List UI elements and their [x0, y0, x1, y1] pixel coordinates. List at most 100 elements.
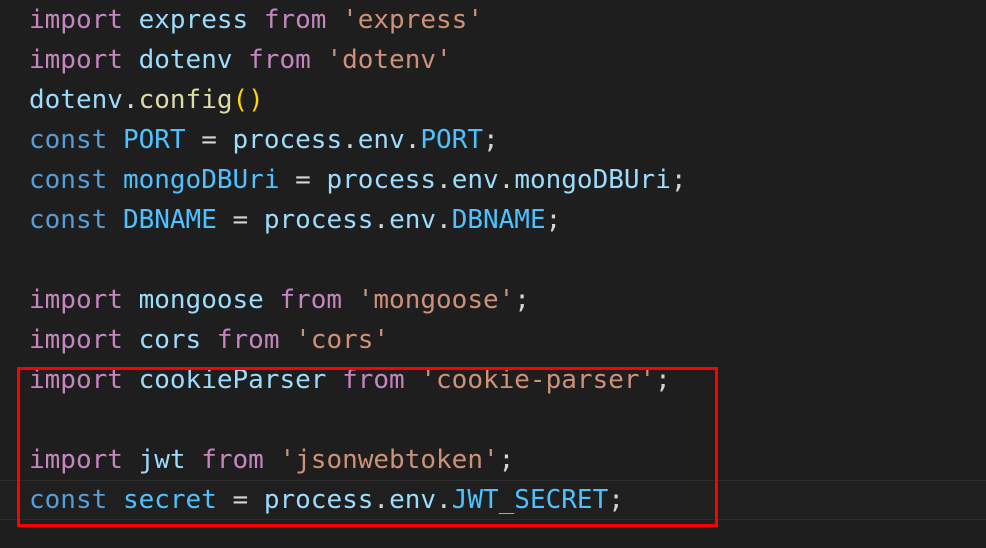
code-token-punct	[123, 445, 139, 475]
code-token-punct: .	[404, 125, 421, 155]
code-token-identifier: process	[326, 165, 437, 195]
code-token-keyword-import: import	[29, 325, 123, 355]
code-token-punct	[123, 365, 139, 395]
code-line[interactable]	[0, 400, 986, 440]
code-token-punct	[342, 285, 358, 315]
code-token-keyword-import: import	[29, 365, 123, 395]
code-token-punct: .	[436, 165, 452, 195]
code-token-identifier: dotenv	[29, 85, 123, 115]
code-token-punct: ;	[655, 365, 671, 395]
code-token-punct	[186, 445, 202, 475]
code-token-punct	[107, 485, 123, 515]
code-line[interactable]: import cookieParser from 'cookie-parser'…	[0, 360, 986, 400]
code-token-identifier: env	[389, 485, 437, 515]
code-token-punct	[123, 285, 139, 315]
code-token-punct	[264, 285, 280, 315]
code-token-identifier: jwt	[138, 445, 186, 475]
code-token-keyword-import: from	[263, 5, 327, 35]
code-token-const-var: secret	[122, 485, 217, 515]
code-token-keyword-decl: const	[29, 125, 108, 155]
code-line[interactable]: import cors from 'cors'	[0, 320, 986, 360]
code-line[interactable]: import dotenv from 'dotenv'	[0, 40, 986, 80]
code-token-punct: ;	[545, 205, 562, 235]
code-token-identifier: process	[263, 205, 374, 235]
code-line[interactable]: import jwt from 'jsonwebtoken';	[0, 440, 986, 480]
code-editor-text-area[interactable]: import express from 'express' import dote…	[0, 0, 986, 548]
code-token-punct	[405, 365, 421, 395]
code-line[interactable]	[0, 240, 986, 280]
code-token-punct: ;	[608, 485, 624, 515]
code-token-punct	[123, 325, 139, 355]
code-token-const-var: PORT	[122, 125, 186, 155]
code-token-punct	[107, 165, 123, 195]
code-token-punct	[201, 325, 217, 355]
code-token-string: 'dotenv'	[326, 45, 452, 75]
code-token-string: 'cors'	[295, 325, 390, 355]
code-line[interactable]: const DBNAME = process.env.DBNAME;	[0, 200, 986, 240]
code-token-const-var: DBNAME	[122, 205, 217, 235]
code-token-identifier: process	[263, 485, 374, 515]
code-token-punct: ;	[498, 445, 515, 475]
code-token-keyword-import: import	[29, 285, 123, 315]
code-line[interactable]: const secret = process.env.JWT_SECRET;	[0, 480, 986, 520]
code-token-punct: .	[122, 85, 139, 115]
code-token-punct	[123, 5, 139, 35]
code-token-keyword-decl: const	[29, 205, 108, 235]
code-token-identifier: process	[232, 125, 343, 155]
code-token-punct: =	[279, 165, 327, 195]
code-token-punct: .	[436, 205, 452, 235]
code-line[interactable]: dotenv.config()	[0, 80, 986, 120]
code-token-keyword-decl: const	[29, 165, 108, 195]
code-token-punct	[107, 205, 123, 235]
code-token-keyword-import: import	[29, 445, 123, 475]
code-token-identifier: mongoDBUri	[514, 165, 671, 195]
code-token-const-var: PORT	[420, 125, 484, 155]
code-token-punct	[233, 45, 249, 75]
code-token-punct	[264, 445, 280, 475]
code-token-string: 'mongoose'	[357, 285, 515, 315]
code-token-punct: .	[498, 165, 515, 195]
code-editor[interactable]: import express from 'express' import dote…	[0, 0, 986, 548]
code-token-keyword-import: from	[279, 285, 343, 315]
code-token-keyword-import: from	[248, 45, 311, 75]
code-token-identifier: cookieParser	[138, 365, 327, 395]
code-token-punct	[326, 5, 342, 35]
code-token-keyword-import: from	[216, 325, 280, 355]
code-token-const-var: DBNAME	[451, 205, 546, 235]
code-token-punct: =	[216, 205, 264, 235]
code-token-string: 'express'	[342, 5, 483, 35]
code-token-keyword-import: import	[29, 5, 123, 35]
code-token-string: 'jsonwebtoken'	[279, 445, 499, 475]
code-token-punct: ;	[514, 285, 530, 315]
code-token-punct: .	[436, 485, 452, 515]
code-line[interactable]: const PORT = process.env.PORT;	[0, 120, 986, 160]
code-token-identifier: env	[389, 205, 437, 235]
code-line[interactable]: import express from 'express'	[0, 0, 986, 40]
code-token-punct: =	[185, 125, 233, 155]
code-token-identifier: mongoose	[138, 285, 264, 315]
code-token-punct: =	[216, 485, 264, 515]
code-token-keyword-import: from	[342, 365, 405, 395]
code-line[interactable]: import mongoose from 'mongoose';	[0, 280, 986, 320]
code-token-punct: ;	[483, 125, 499, 155]
code-token-identifier: express	[138, 5, 249, 35]
code-token-punct: ;	[670, 165, 687, 195]
code-token-punct	[311, 45, 327, 75]
code-token-punct	[279, 325, 295, 355]
code-token-punct: .	[373, 485, 390, 515]
code-token-paren: (	[232, 85, 249, 115]
code-token-identifier: dotenv	[138, 45, 233, 75]
code-token-function: config	[138, 85, 233, 115]
code-token-punct	[107, 125, 123, 155]
code-token-keyword-import: from	[201, 445, 264, 475]
code-line[interactable]: const mongoDBUri = process.env.mongoDBUr…	[0, 160, 986, 200]
code-token-keyword-import: import	[29, 45, 123, 75]
code-token-const-var: mongoDBUri	[122, 165, 280, 195]
code-token-paren: )	[248, 85, 264, 115]
code-token-string: 'cookie-parser'	[420, 365, 656, 395]
code-token-punct: .	[342, 125, 358, 155]
code-token-identifier: cors	[138, 325, 202, 355]
code-token-identifier: env	[451, 165, 499, 195]
code-token-keyword-decl: const	[29, 485, 108, 515]
code-token-punct	[123, 45, 139, 75]
